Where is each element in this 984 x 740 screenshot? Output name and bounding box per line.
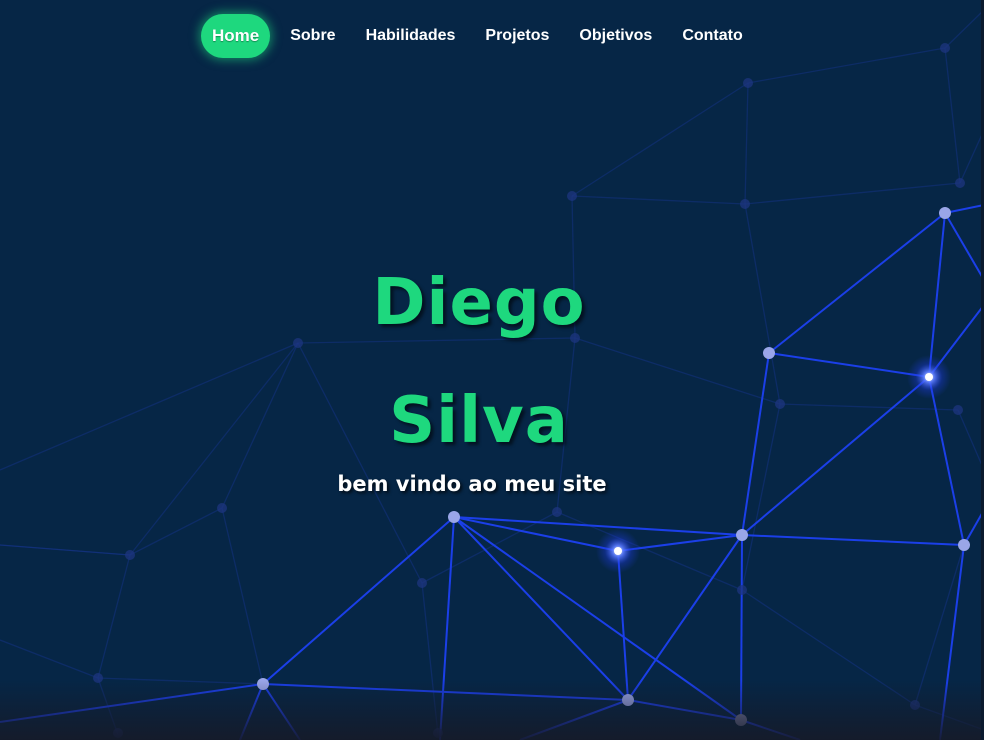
nav-sobre-link[interactable]: Sobre <box>290 14 335 58</box>
nav-objetivos-link[interactable]: Objetivos <box>579 14 652 58</box>
nav-home-link[interactable]: Home <box>201 14 271 58</box>
hero-last-name: Silva <box>389 384 569 458</box>
hero-first-name: Diego <box>372 266 586 340</box>
nav-habilidades-link[interactable]: Habilidades <box>366 14 456 58</box>
hero-subtitle: bem vindo ao meu site <box>337 472 607 496</box>
nav-contato-link[interactable]: Contato <box>682 14 742 58</box>
nav-projetos-link[interactable]: Projetos <box>485 14 549 58</box>
main-nav: Home Sobre Habilidades Projetos Objetivo… <box>201 14 743 58</box>
hero-section: Home Sobre Habilidades Projetos Objetivo… <box>0 0 984 740</box>
hero-name: Diego Silva <box>0 244 958 480</box>
